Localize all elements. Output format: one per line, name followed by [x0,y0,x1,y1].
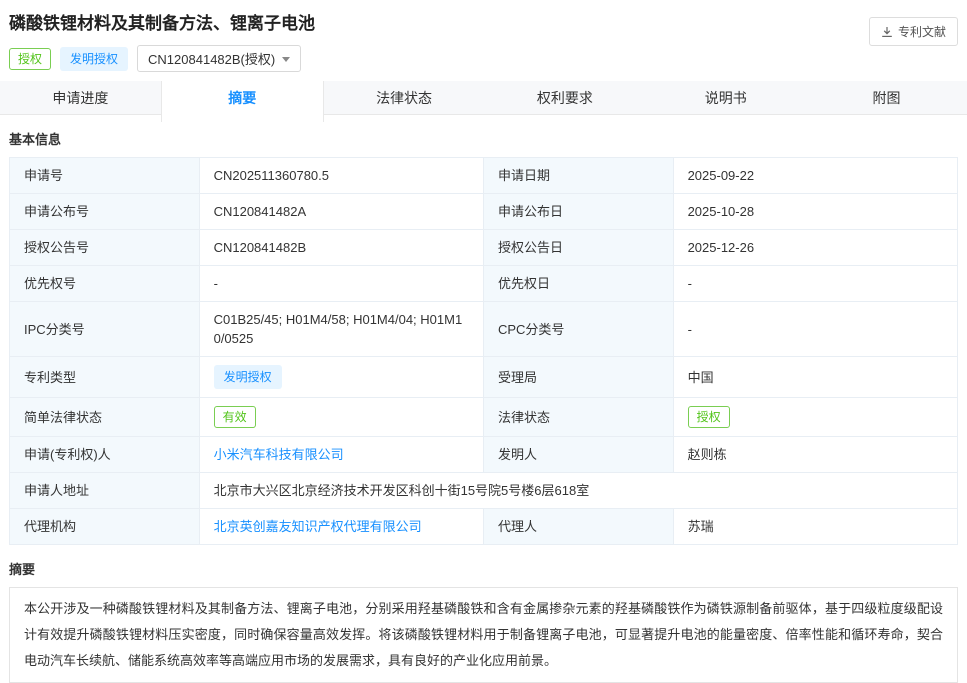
applicant-link[interactable]: 小米汽车科技有限公司 [214,447,344,462]
tab-claims[interactable]: 权利要求 [484,81,645,115]
field-label: 代理人 [483,509,673,545]
table-row: 简单法律状态 有效 法律状态 授权 [10,398,958,437]
field-label: 专利类型 [10,357,200,398]
main-content: 基本信息 申请号 CN202511360780.5 申请日期 2025-09-2… [0,129,967,683]
tab-figures[interactable]: 附图 [806,81,967,115]
field-label: 授权公告日 [483,230,673,266]
download-icon [881,26,893,38]
field-value: - [673,302,957,357]
field-label: 受理局 [483,357,673,398]
table-row: 申请(专利权)人 小米汽车科技有限公司 发明人 赵则栋 [10,437,958,473]
field-label: 优先权号 [10,266,200,302]
table-row: 优先权号 - 优先权日 - [10,266,958,302]
field-label: 申请号 [10,158,200,194]
simple-legal-status-badge: 有效 [214,406,256,428]
ipc-codes: C01B25/45; H01M4/58; H01M4/04; H01M10/05… [214,312,463,346]
table-row: 申请公布号 CN120841482A 申请公布日 2025-10-28 [10,194,958,230]
field-value: 发明授权 [199,357,483,398]
field-label: 申请公布号 [10,194,200,230]
field-value: 赵则栋 [673,437,957,473]
field-value: 苏瑞 [673,509,957,545]
field-value: 北京市大兴区北京经济技术开发区科创十街15号院5号楼6层618室 [199,473,957,509]
field-value: 北京英创嘉友知识产权代理有限公司 [199,509,483,545]
table-row: 代理机构 北京英创嘉友知识产权代理有限公司 代理人 苏瑞 [10,509,958,545]
field-label: IPC分类号 [10,302,200,357]
tag-row: 授权 发明授权 CN120841482B(授权) [9,45,958,72]
basic-info-heading: 基本信息 [9,129,958,148]
field-value: - [673,266,957,302]
field-label: 法律状态 [483,398,673,437]
table-row: 专利类型 发明授权 受理局 中国 [10,357,958,398]
patent-type-badge: 发明授权 [60,47,128,71]
field-label: 申请日期 [483,158,673,194]
abstract-text: 本公开涉及一种磷酸铁锂材料及其制备方法、锂离子电池，分别采用羟基磷酸铁和含有金属… [9,587,958,683]
field-value: 小米汽车科技有限公司 [199,437,483,473]
table-row: 申请人地址 北京市大兴区北京经济技术开发区科创十街15号院5号楼6层618室 [10,473,958,509]
field-value: 2025-10-28 [673,194,957,230]
tab-abstract[interactable]: 摘要 [161,81,324,122]
status-badge: 授权 [9,48,51,70]
field-label: 简单法律状态 [10,398,200,437]
patent-type-badge: 发明授权 [214,365,282,389]
field-label: CPC分类号 [483,302,673,357]
field-label: 授权公告号 [10,230,200,266]
field-value: CN120841482A [199,194,483,230]
chevron-down-icon [282,57,290,62]
page-title: 磷酸铁锂材料及其制备方法、锂离子电池 [9,12,958,36]
patent-document-button-label: 专利文献 [898,23,946,40]
field-label: 发明人 [483,437,673,473]
field-value: C01B25/45; H01M4/58; H01M4/04; H01M10/05… [199,302,483,357]
field-value: - [199,266,483,302]
field-label: 申请公布日 [483,194,673,230]
field-value: 中国 [673,357,957,398]
agency-link[interactable]: 北京英创嘉友知识产权代理有限公司 [214,519,422,534]
field-value: 有效 [199,398,483,437]
field-value: 授权 [673,398,957,437]
tab-description[interactable]: 说明书 [645,81,806,115]
field-value: 2025-12-26 [673,230,957,266]
field-label: 代理机构 [10,509,200,545]
table-row: 授权公告号 CN120841482B 授权公告日 2025-12-26 [10,230,958,266]
tab-bar: 申请进度 摘要 法律状态 权利要求 说明书 附图 [0,81,967,115]
field-value: CN120841482B [199,230,483,266]
table-row: IPC分类号 C01B25/45; H01M4/58; H01M4/04; H0… [10,302,958,357]
publication-version-dropdown[interactable]: CN120841482B(授权) [137,45,301,72]
tab-legal-status[interactable]: 法律状态 [324,81,485,115]
abstract-heading: 摘要 [9,559,958,578]
field-label: 申请人地址 [10,473,200,509]
publication-version-label: CN120841482B(授权) [148,49,275,68]
tab-application-progress[interactable]: 申请进度 [0,81,161,115]
field-value: 2025-09-22 [673,158,957,194]
field-value: CN202511360780.5 [199,158,483,194]
field-label: 申请(专利权)人 [10,437,200,473]
legal-status-badge: 授权 [688,406,730,428]
field-label: 优先权日 [483,266,673,302]
page-header: 磷酸铁锂材料及其制备方法、锂离子电池 专利文献 授权 发明授权 CN120841… [0,0,967,72]
patent-document-button[interactable]: 专利文献 [869,17,958,46]
table-row: 申请号 CN202511360780.5 申请日期 2025-09-22 [10,158,958,194]
basic-info-table: 申请号 CN202511360780.5 申请日期 2025-09-22 申请公… [9,157,958,545]
